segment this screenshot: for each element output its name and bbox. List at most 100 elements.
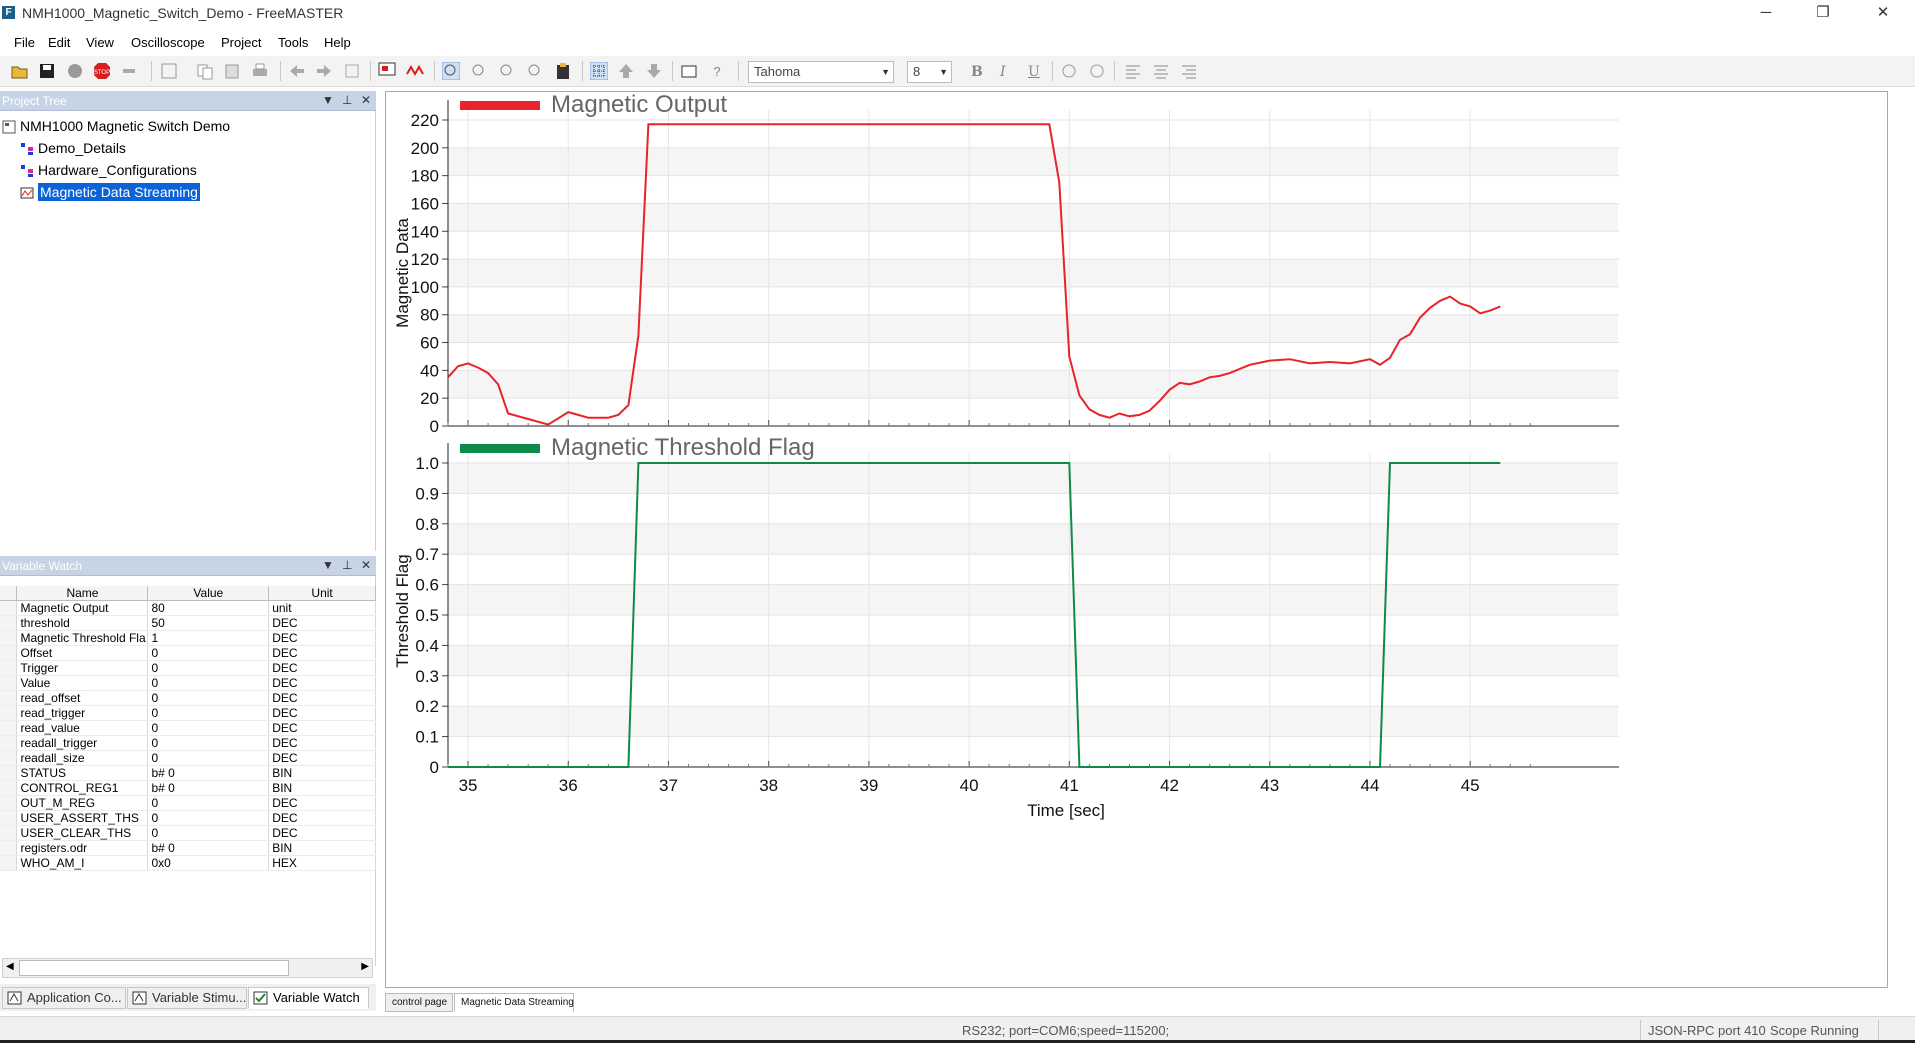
italic-button[interactable]: I bbox=[1000, 64, 1006, 80]
pin-icon[interactable]: ⊥ bbox=[342, 93, 352, 107]
tab-variable-watch[interactable]: Variable Watch bbox=[248, 987, 369, 1009]
scroll-right-icon[interactable]: ▶ bbox=[361, 961, 369, 972]
scope-signal-icon[interactable] bbox=[406, 62, 424, 80]
column-header-name[interactable]: Name bbox=[16, 586, 149, 601]
stop-icon[interactable]: STOP bbox=[93, 62, 111, 80]
tab-magnetic-data-streaming[interactable]: Magnetic Data Streaming bbox=[454, 993, 574, 1012]
align-center-icon[interactable] bbox=[1152, 62, 1170, 80]
table-row[interactable]: Offset 0 DEC bbox=[0, 645, 376, 661]
menu-file[interactable]: File bbox=[14, 35, 35, 50]
cell-value[interactable]: 0 bbox=[147, 660, 270, 676]
cell-value[interactable]: 0 bbox=[147, 720, 270, 736]
font-size-select[interactable]: 8 ▼ bbox=[907, 61, 952, 83]
table-row[interactable]: USER_ASSERT_THS 0 DEC bbox=[0, 810, 376, 826]
table-row[interactable]: readall_size 0 DEC bbox=[0, 750, 376, 766]
cell-value[interactable]: 0 bbox=[147, 735, 270, 751]
print-icon[interactable] bbox=[251, 62, 269, 80]
close-icon[interactable]: ✕ bbox=[361, 558, 371, 572]
table-row[interactable]: STATUS b# 0 BIN bbox=[0, 765, 376, 781]
help-icon[interactable]: ? bbox=[708, 62, 726, 80]
properties-icon[interactable] bbox=[160, 62, 178, 80]
tab-variable-stimulus[interactable]: Variable Stimu... bbox=[127, 987, 247, 1009]
back-arrow-icon[interactable] bbox=[288, 62, 306, 80]
cell-value[interactable]: 50 bbox=[147, 615, 270, 631]
cell-value[interactable]: 0x0 bbox=[147, 855, 270, 871]
cell-value[interactable]: 0 bbox=[147, 750, 270, 766]
tree-item-magnetic-data-streaming[interactable]: Magnetic Data Streaming bbox=[20, 182, 200, 202]
increase-indent-icon[interactable] bbox=[1088, 62, 1106, 80]
table-row[interactable]: readall_trigger 0 DEC bbox=[0, 735, 376, 751]
tree-item-demo-details[interactable]: Demo_Details bbox=[20, 138, 126, 158]
align-right-icon[interactable] bbox=[1180, 62, 1198, 80]
table-row[interactable]: Magnetic Output 80 unit bbox=[0, 600, 376, 616]
panel-menu-icon[interactable]: ▼ bbox=[322, 558, 334, 572]
cell-value[interactable]: 1 bbox=[147, 630, 270, 646]
table-row[interactable]: Trigger 0 DEC bbox=[0, 660, 376, 676]
table-row[interactable]: Value 0 DEC bbox=[0, 675, 376, 691]
table-row[interactable]: read_value 0 DEC bbox=[0, 720, 376, 736]
oscilloscope-chart[interactable]: 0 20 40 60 80 100 120 140 160 180 200 220 Magnetic D… bbox=[385, 91, 1888, 988]
tree-item-hardware-configurations[interactable]: Hardware_Configurations bbox=[20, 160, 197, 180]
table-row[interactable]: CONTROL_REG1 b# 0 BIN bbox=[0, 780, 376, 796]
table-row[interactable]: threshold 50 DEC bbox=[0, 615, 376, 631]
decrease-indent-icon[interactable] bbox=[1060, 62, 1078, 80]
cell-value[interactable]: b# 0 bbox=[147, 840, 270, 856]
tree-root[interactable]: NMH1000 Magnetic Switch Demo bbox=[2, 116, 230, 136]
table-row[interactable]: Magnetic Threshold Fla 1 DEC bbox=[0, 630, 376, 646]
table-row[interactable]: USER_CLEAR_THS 0 DEC bbox=[0, 825, 376, 841]
table-row[interactable]: read_trigger 0 DEC bbox=[0, 705, 376, 721]
cell-value[interactable]: 0 bbox=[147, 825, 270, 841]
panel-menu-icon[interactable]: ▼ bbox=[322, 93, 334, 107]
connect-icon[interactable] bbox=[120, 62, 138, 80]
scroll-left-icon[interactable]: ◀ bbox=[6, 961, 14, 972]
cell-value[interactable]: 0 bbox=[147, 705, 270, 721]
cell-value[interactable]: 0 bbox=[147, 675, 270, 691]
move-down-icon[interactable] bbox=[645, 62, 663, 80]
cell-value[interactable]: 0 bbox=[147, 795, 270, 811]
restore-button[interactable]: ❐ bbox=[1800, 0, 1846, 26]
menu-edit[interactable]: Edit bbox=[48, 35, 70, 50]
cell-value[interactable]: b# 0 bbox=[147, 765, 270, 781]
horizontal-scrollbar[interactable]: ◀ ▶ bbox=[2, 958, 373, 978]
table-row[interactable]: registers.odr b# 0 BIN bbox=[0, 840, 376, 856]
zoom-in-icon[interactable] bbox=[470, 62, 488, 80]
cell-value[interactable]: 80 bbox=[147, 600, 270, 616]
pin-icon[interactable]: ⊥ bbox=[342, 558, 352, 572]
scrollbar-thumb[interactable] bbox=[19, 960, 289, 976]
save-icon[interactable] bbox=[38, 62, 56, 80]
stop-communication-icon[interactable] bbox=[66, 62, 84, 80]
minimize-button[interactable]: ─ bbox=[1743, 0, 1789, 26]
menu-help[interactable]: Help bbox=[324, 35, 351, 50]
move-up-icon[interactable] bbox=[617, 62, 635, 80]
bold-button[interactable]: B bbox=[971, 64, 983, 80]
forward-arrow-icon[interactable] bbox=[315, 62, 333, 80]
zoom-select-icon[interactable] bbox=[442, 62, 460, 80]
menu-oscilloscope[interactable]: Oscilloscope bbox=[131, 35, 205, 50]
cell-value[interactable]: 0 bbox=[147, 645, 270, 661]
grid-icon[interactable] bbox=[590, 62, 608, 80]
refresh-icon[interactable] bbox=[343, 62, 361, 80]
clipboard-icon[interactable] bbox=[554, 62, 572, 80]
cell-value[interactable]: 0 bbox=[147, 690, 270, 706]
table-row[interactable]: OUT_M_REG 0 DEC bbox=[0, 795, 376, 811]
close-icon[interactable]: ✕ bbox=[361, 93, 371, 107]
open-folder-icon[interactable] bbox=[11, 62, 29, 80]
menu-view[interactable]: View bbox=[86, 35, 114, 50]
close-button[interactable]: ✕ bbox=[1860, 0, 1906, 26]
table-row[interactable]: read_offset 0 DEC bbox=[0, 690, 376, 706]
copy-icon[interactable] bbox=[196, 62, 214, 80]
zoom-out-icon[interactable] bbox=[498, 62, 516, 80]
underline-button[interactable]: U bbox=[1028, 64, 1040, 80]
cell-value[interactable]: b# 0 bbox=[147, 780, 270, 796]
align-left-icon[interactable] bbox=[1124, 62, 1142, 80]
table-row[interactable]: WHO_AM_I 0x0 HEX bbox=[0, 855, 376, 871]
zoom-fit-icon[interactable] bbox=[526, 62, 544, 80]
cell-value[interactable]: 0 bbox=[147, 810, 270, 826]
menu-tools[interactable]: Tools bbox=[278, 35, 308, 50]
font-name-select[interactable]: Tahoma ▼ bbox=[748, 61, 894, 83]
scope-stop-icon[interactable] bbox=[378, 62, 396, 80]
column-header-value[interactable]: Value bbox=[147, 586, 270, 601]
tab-application-commands[interactable]: Application Co... bbox=[2, 987, 126, 1009]
tab-control-page[interactable]: control page bbox=[385, 993, 453, 1012]
paste-icon[interactable] bbox=[223, 62, 241, 80]
